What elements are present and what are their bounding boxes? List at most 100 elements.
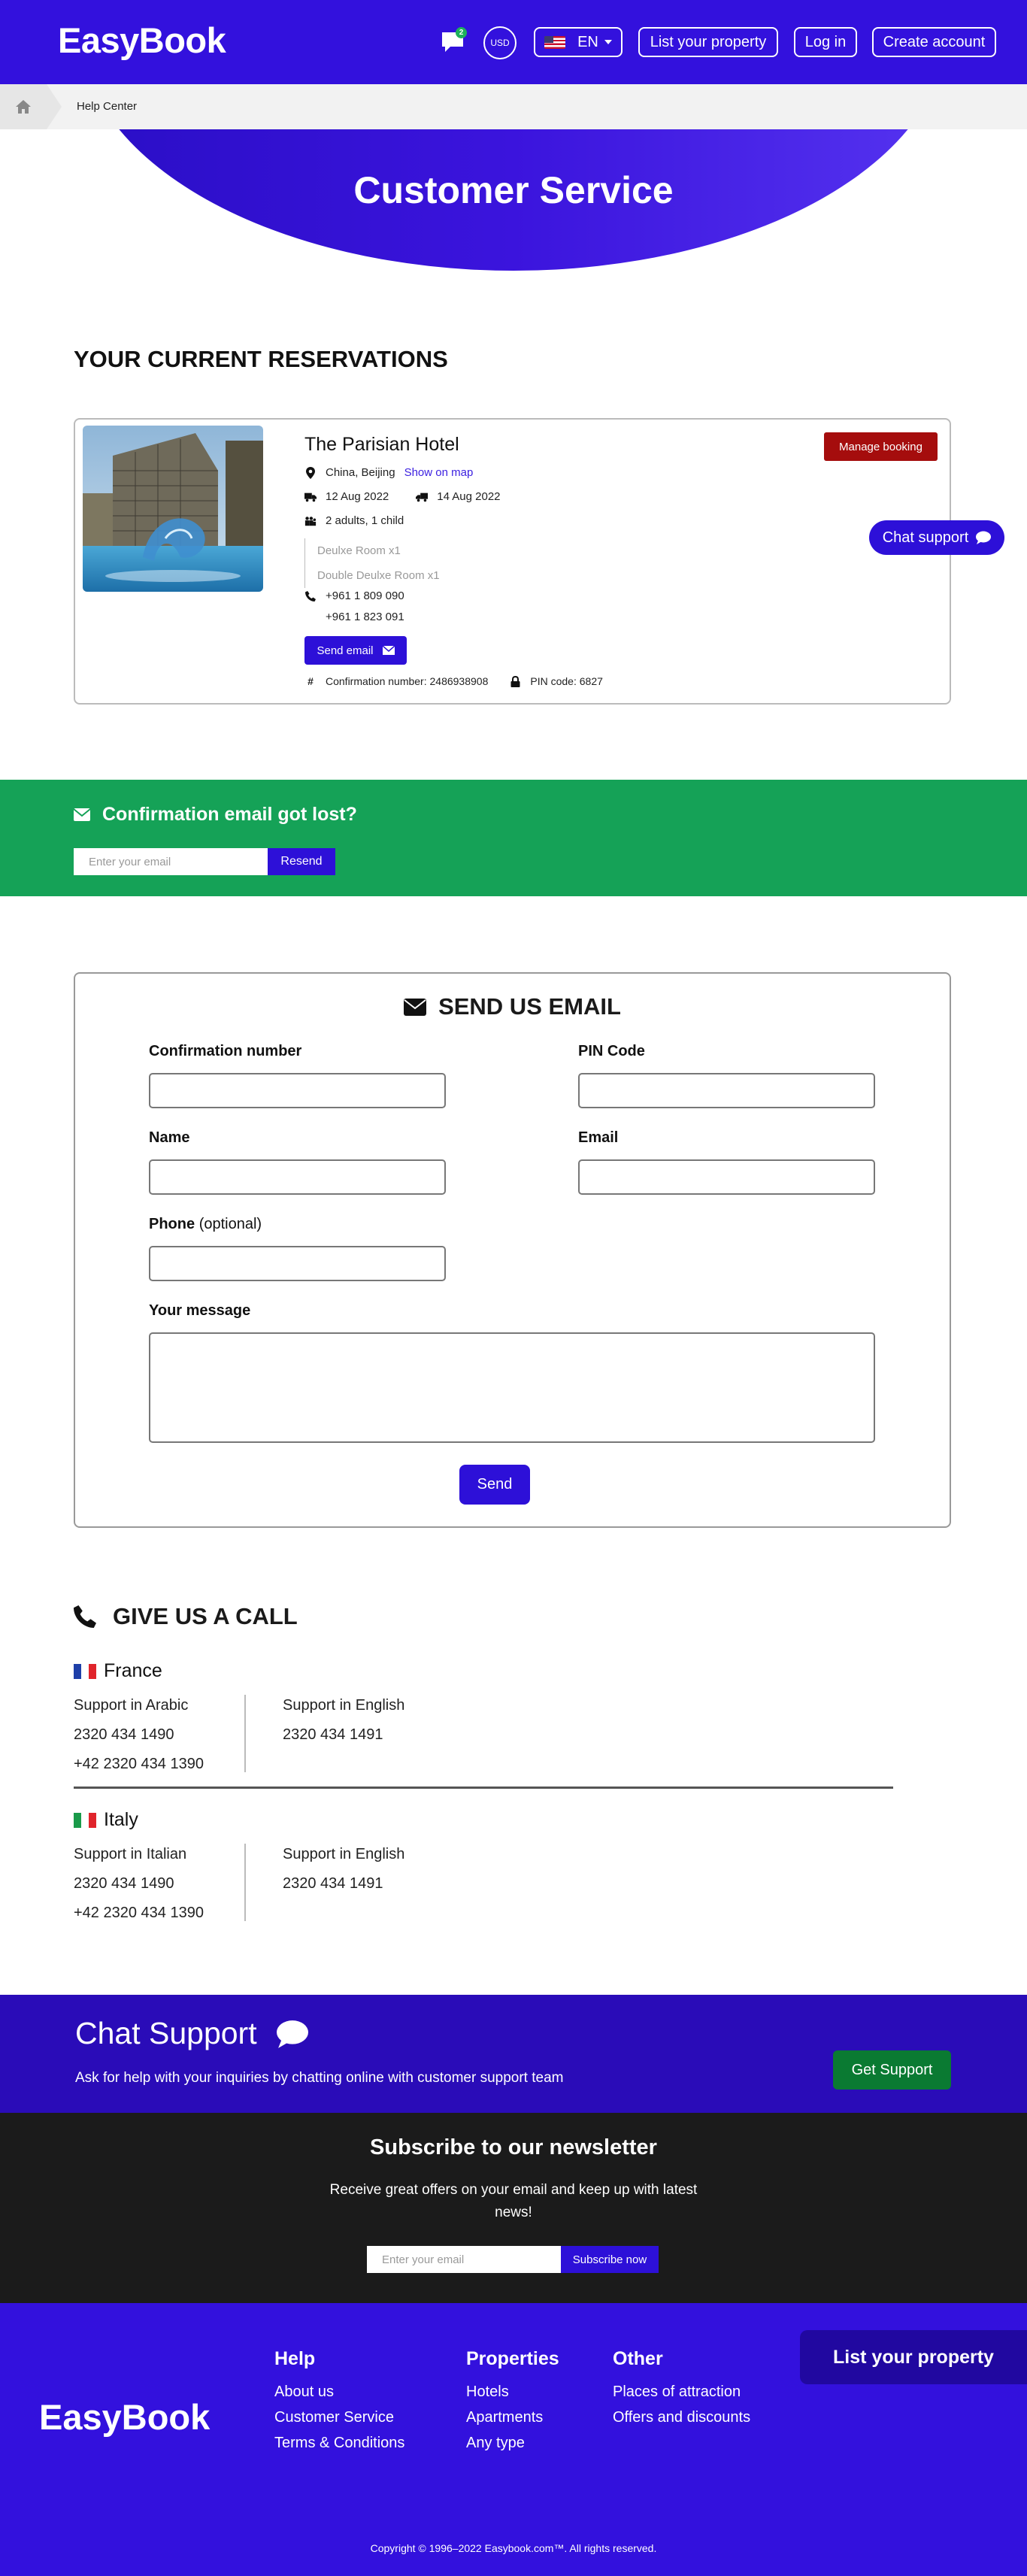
call-heading: GIVE US A CALL xyxy=(113,1603,298,1629)
send-email-button[interactable]: Send email xyxy=(304,636,407,665)
messages-badge: 2 xyxy=(456,27,467,38)
confirmation-row: # Confirmation number: 2486938908 PIN co… xyxy=(304,675,603,687)
pin-input[interactable] xyxy=(578,1073,875,1108)
show-on-map-link[interactable]: Show on map xyxy=(404,466,474,479)
create-account-button[interactable]: Create account xyxy=(872,27,996,57)
copyright: Copyright © 1996–2022 Easybook.com™. All… xyxy=(370,2542,657,2554)
footer-column-title: Other xyxy=(613,2348,663,2369)
country-divider xyxy=(74,1787,893,1789)
reservation-card: The Parisian Hotel China, Beijing Show o… xyxy=(74,418,951,705)
italy-flag-icon xyxy=(74,1812,96,1828)
footer-link-attractions[interactable]: Places of attraction xyxy=(613,2379,750,2405)
hotel-phone-2[interactable]: +961 1 823 091 xyxy=(326,611,404,623)
send-email-label: Send email xyxy=(317,644,374,657)
footer-link-apartments[interactable]: Apartments xyxy=(466,2405,559,2430)
resend-button[interactable]: Resend xyxy=(268,848,335,875)
support-number[interactable]: 2320 434 1490 xyxy=(74,1720,204,1750)
support-number[interactable]: 2320 434 1490 xyxy=(74,1869,204,1899)
footer-link-offers[interactable]: Offers and discounts xyxy=(613,2405,750,2430)
hotel-image[interactable] xyxy=(83,426,263,592)
chat-support-button[interactable]: Chat support xyxy=(869,520,1004,555)
footer-other-column: Other Places of attraction Offers and di… xyxy=(613,2348,750,2430)
message-label: Your message xyxy=(149,1302,251,1319)
hero-banner: Customer Service xyxy=(0,129,1027,272)
logo[interactable]: EasyBook xyxy=(58,20,226,61)
subscribe-button[interactable]: Subscribe now xyxy=(561,2246,659,2273)
chat-bubble-icon xyxy=(976,531,992,544)
chat-support-section: Chat Support Ask for help with your inqu… xyxy=(0,1995,1027,2113)
support-number[interactable]: 2320 434 1491 xyxy=(283,1869,404,1899)
page-title: Customer Service xyxy=(353,169,674,211)
support-number[interactable]: +42 2320 434 1390 xyxy=(74,1899,204,1928)
france-support-left: Support in Arabic 2320 434 1490 +42 2320… xyxy=(74,1691,204,1779)
login-button[interactable]: Log in xyxy=(794,27,857,57)
breadcrumb-home[interactable] xyxy=(0,84,47,129)
email-form-title: SEND US EMAIL xyxy=(75,993,950,1020)
us-flag-icon xyxy=(544,35,566,49)
pin-label: PIN Code xyxy=(578,1043,645,1059)
language-select[interactable]: EN xyxy=(534,27,623,57)
email-input[interactable] xyxy=(578,1159,875,1195)
support-language: Support in Arabic xyxy=(74,1697,189,1714)
breadcrumb-separator xyxy=(47,84,62,129)
breadcrumb-current[interactable]: Help Center xyxy=(77,100,137,113)
footer-logo[interactable]: EasyBook xyxy=(39,2396,210,2438)
chat-support-heading: Chat Support xyxy=(75,2016,257,2050)
divider xyxy=(244,1695,246,1772)
confirmation-input[interactable] xyxy=(149,1073,446,1108)
language-label: EN xyxy=(577,33,598,50)
manage-booking-button[interactable]: Manage booking xyxy=(824,432,938,461)
footer-link-any-type[interactable]: Any type xyxy=(466,2430,559,2456)
lost-email-input[interactable] xyxy=(74,848,268,875)
top-header: EasyBook 2 USD EN List your property Log… xyxy=(0,0,1027,84)
newsletter-email-input[interactable] xyxy=(367,2246,561,2273)
footer-link-terms[interactable]: Terms & Conditions xyxy=(274,2430,404,2456)
footer-link-hotels[interactable]: Hotels xyxy=(466,2379,559,2405)
footer-properties-column: Properties Hotels Apartments Any type xyxy=(466,2348,559,2456)
hotel-phone[interactable]: +961 1 809 090 xyxy=(326,589,404,602)
support-language: Support in English xyxy=(283,1846,405,1862)
phone-input[interactable] xyxy=(149,1246,446,1281)
check-out-truck-icon xyxy=(416,491,429,503)
footer-list-property-button[interactable]: List your property xyxy=(800,2330,1027,2384)
hash-icon: # xyxy=(307,675,314,687)
hotel-name[interactable]: The Parisian Hotel xyxy=(304,434,459,456)
currency-button[interactable]: USD xyxy=(483,26,517,59)
guests-row: 2 adults, 1 child xyxy=(304,514,404,527)
list-property-button[interactable]: List your property xyxy=(638,27,778,57)
envelope-icon xyxy=(404,998,427,1016)
email-label: Email xyxy=(578,1129,619,1146)
get-support-button[interactable]: Get Support xyxy=(833,2050,951,2090)
form-send-button[interactable]: Send xyxy=(459,1465,530,1505)
france-support-right: Support in English 2320 434 1491 xyxy=(283,1691,404,1750)
country-italy: Italy xyxy=(74,1809,138,1831)
email-form: SEND US EMAIL Confirmation number PIN Co… xyxy=(74,972,951,1528)
newsletter-title: Subscribe to our newsletter xyxy=(370,2135,657,2159)
support-language: Support in English xyxy=(283,1697,405,1714)
footer-help-column: Help About us Customer Service Terms & C… xyxy=(274,2348,404,2456)
footer-link-about[interactable]: About us xyxy=(274,2379,404,2405)
message-textarea[interactable] xyxy=(149,1332,875,1443)
name-input[interactable] xyxy=(149,1159,446,1195)
country-france: France xyxy=(74,1660,162,1682)
rooms-list: Deulxe Room x1 Double Deulxe Room x1 xyxy=(304,538,440,588)
support-number[interactable]: +42 2320 434 1390 xyxy=(74,1750,204,1779)
room-item: Double Deulxe Room x1 xyxy=(317,569,440,582)
lock-icon xyxy=(509,675,521,687)
footer-link-customer-service[interactable]: Customer Service xyxy=(274,2405,404,2430)
location-row: China, Beijing Show on map xyxy=(304,466,473,479)
chat-support-subtitle: Ask for help with your inquiries by chat… xyxy=(75,2070,564,2086)
newsletter-subtitle: Receive great offers on your email and k… xyxy=(329,2182,698,2220)
chat-support-label: Chat support xyxy=(882,529,969,546)
chat-support-title: Chat Support xyxy=(75,2016,308,2051)
phone-optional-text: (optional) xyxy=(198,1216,262,1232)
lost-email-title: Confirmation email got lost? xyxy=(74,804,357,826)
country-name: Italy xyxy=(104,1809,138,1830)
room-item: Deulxe Room x1 xyxy=(317,544,401,557)
breadcrumb: Help Center xyxy=(0,84,1027,129)
italy-support-left: Support in Italian 2320 434 1490 +42 232… xyxy=(74,1840,204,1928)
name-label: Name xyxy=(149,1129,190,1146)
support-number[interactable]: 2320 434 1491 xyxy=(283,1720,404,1750)
country-name: France xyxy=(104,1660,162,1681)
footer-column-title: Help xyxy=(274,2348,316,2369)
